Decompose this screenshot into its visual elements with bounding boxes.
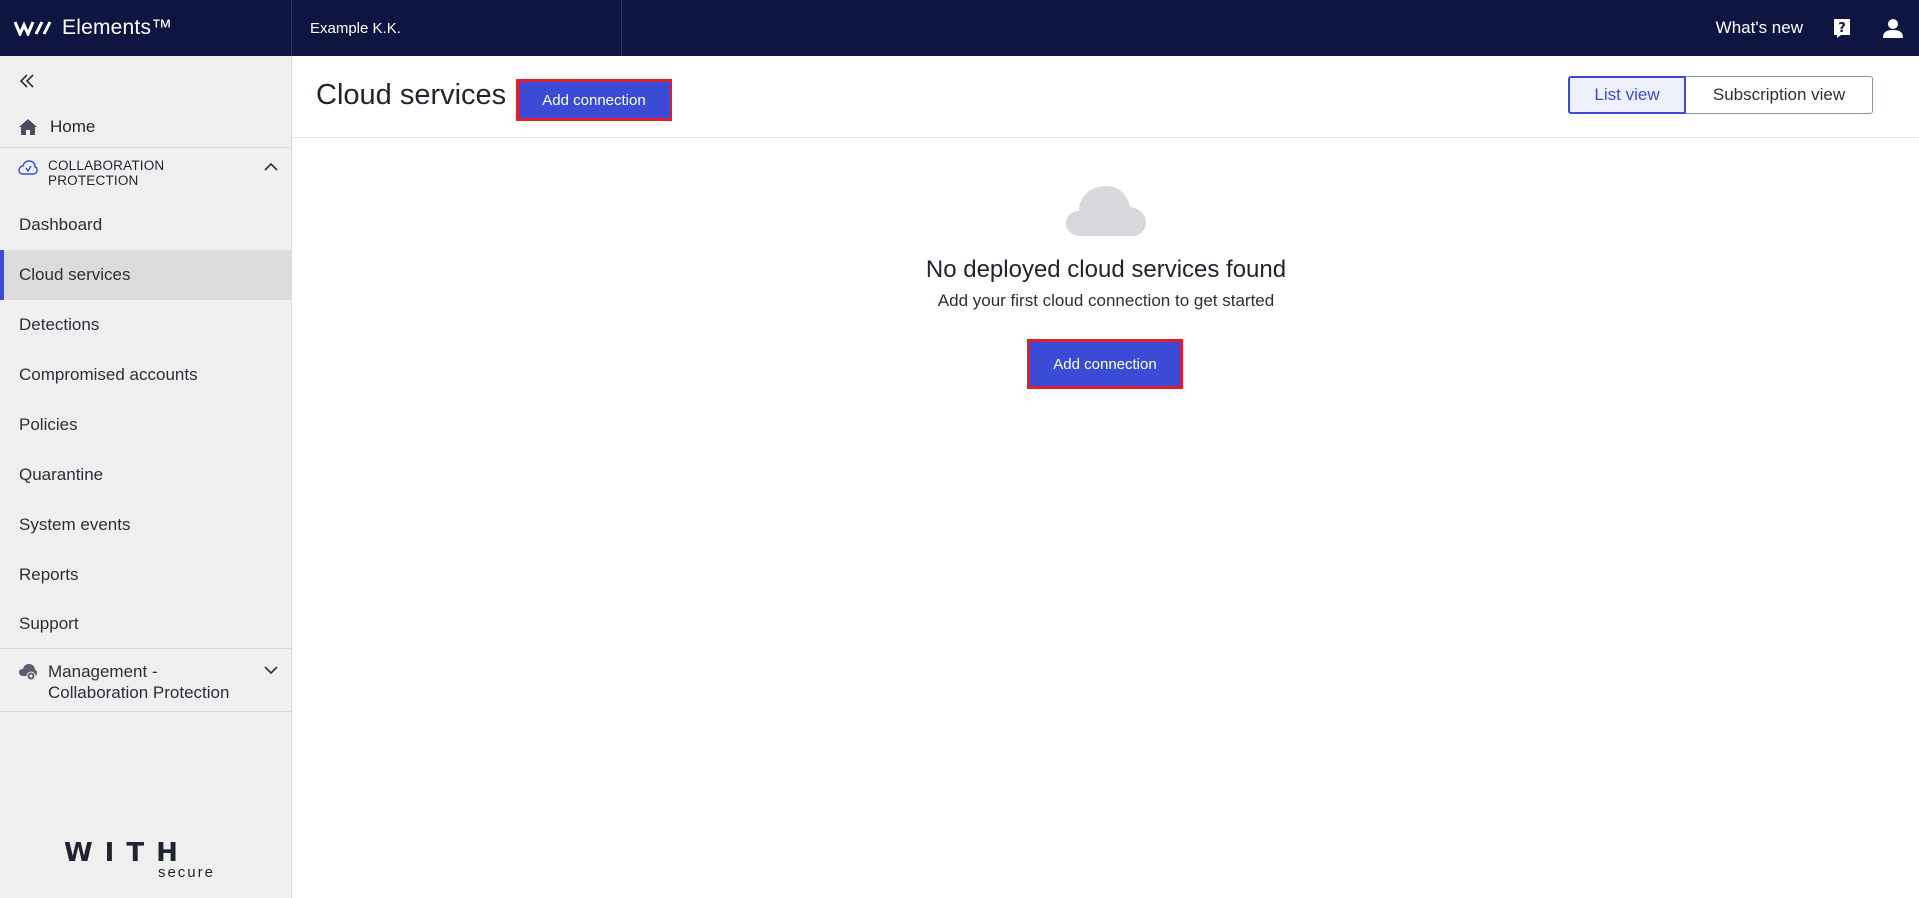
sidebar-item-label: Detections <box>19 315 100 334</box>
sidebar-item-system-events[interactable]: System events <box>0 500 291 550</box>
withsecure-logo: WITH secure <box>64 838 229 881</box>
sidebar: Home COLLABORATION PROTECTION Dashboard … <box>0 56 292 898</box>
section-title: COLLABORATION PROTECTION <box>48 158 165 188</box>
sidebar-item-policies[interactable]: Policies <box>0 400 291 450</box>
top-navigation-bar: Elements™ Example K.K. What's new ? <box>0 0 1919 56</box>
sidebar-section-collaboration-protection[interactable]: COLLABORATION PROTECTION <box>0 148 291 200</box>
sidebar-item-quarantine[interactable]: Quarantine <box>0 450 291 500</box>
sidebar-item-reports[interactable]: Reports <box>0 550 291 600</box>
brand-name: Elements™ <box>62 16 173 39</box>
sidebar-item-detections[interactable]: Detections <box>0 300 291 350</box>
sidebar-item-label: Reports <box>19 565 79 584</box>
subscription-view-button[interactable]: Subscription view <box>1686 76 1873 114</box>
view-toggle: List view Subscription view <box>1568 76 1873 114</box>
main-content: Cloud services Add connection List view … <box>293 56 1919 898</box>
help-icon[interactable]: ? <box>1831 17 1853 39</box>
cloud-gear-icon <box>19 664 37 681</box>
sidebar-item-label: Dashboard <box>19 215 103 234</box>
topbar-actions: What's new ? <box>1716 0 1919 56</box>
sidebar-item-cloud-services[interactable]: Cloud services <box>0 250 291 300</box>
page-title: Cloud services <box>316 79 507 111</box>
whats-new-link[interactable]: What's new <box>1716 18 1803 38</box>
sidebar-item-label: Quarantine <box>19 465 104 484</box>
sidebar-item-label: Compromised accounts <box>19 365 198 384</box>
sidebar-item-label: Support <box>19 614 79 633</box>
section-title: Management - Collaboration Protection <box>48 662 230 702</box>
empty-state-subtitle: Add your first cloud connection to get s… <box>937 291 1275 310</box>
add-connection-button[interactable]: Add connection <box>1027 339 1183 389</box>
organization-selector[interactable]: Example K.K. <box>292 0 622 56</box>
sidebar-item-support[interactable]: Support <box>0 600 291 648</box>
sidebar-item-compromised-accounts[interactable]: Compromised accounts <box>0 350 291 400</box>
empty-state-title: No deployed cloud services found <box>925 256 1287 283</box>
page-header: Cloud services Add connection List view … <box>293 56 1919 138</box>
sidebar-item-label: Cloud services <box>19 265 131 284</box>
sidebar-item-dashboard[interactable]: Dashboard <box>0 200 291 250</box>
cloud-icon <box>1066 180 1146 241</box>
svg-text:?: ? <box>1838 21 1846 36</box>
sidebar-item-label: System events <box>19 515 131 534</box>
sidebar-item-home[interactable]: Home <box>0 106 291 148</box>
collapse-sidebar-button[interactable] <box>0 56 291 106</box>
brand[interactable]: Elements™ <box>0 0 292 56</box>
add-connection-button[interactable]: Add connection <box>516 79 672 121</box>
home-icon <box>19 118 37 135</box>
user-account-icon[interactable] <box>1881 16 1905 40</box>
sidebar-section-management[interactable]: Management - Collaboration Protection <box>0 648 291 712</box>
sidebar-item-label: Home <box>50 116 96 136</box>
cloud-shield-icon <box>18 160 38 175</box>
double-chevron-left-icon <box>19 74 34 88</box>
sidebar-item-label: Policies <box>19 415 78 434</box>
withsecure-logo-icon <box>14 21 52 36</box>
chevron-down-icon <box>264 666 278 675</box>
list-view-button[interactable]: List view <box>1568 76 1686 114</box>
chevron-up-icon <box>264 162 278 171</box>
